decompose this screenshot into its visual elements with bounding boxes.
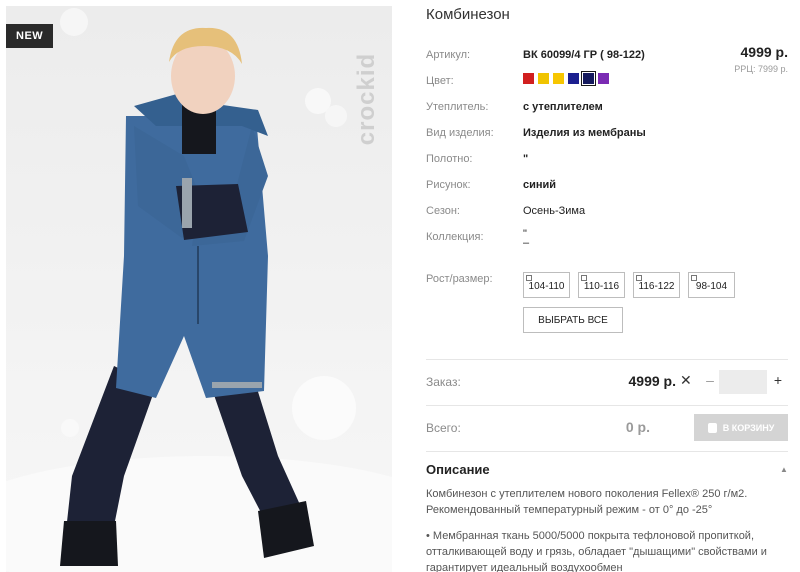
attr-label: Полотно: xyxy=(426,153,473,165)
attr-row-article: Артикул: ВК 60099/4 ГР ( 98-122) xyxy=(426,44,788,70)
size-label: 104-110 xyxy=(528,280,565,292)
description-title[interactable]: Описание xyxy=(426,462,490,477)
attr-value: " – xyxy=(523,228,530,249)
decrement-button[interactable]: – xyxy=(703,372,717,388)
attr-value: Осень-Зима xyxy=(523,205,586,217)
attr-row-collection: Коллекция: " – xyxy=(426,226,788,252)
attr-value: Изделия из мембраны xyxy=(523,127,646,139)
cart-icon xyxy=(707,422,717,433)
divider xyxy=(426,451,788,452)
attr-value: синий xyxy=(523,179,557,191)
divider xyxy=(426,359,788,360)
color-swatch-purple[interactable] xyxy=(598,73,609,84)
attr-label: Рисунок: xyxy=(426,179,471,191)
attributes-list: 4999 р. РРЦ: 7999 р. Артикул: ВК 60099/4… xyxy=(426,44,788,252)
attr-row-pattern: Рисунок: синий xyxy=(426,174,788,200)
attr-value: с утеплителем xyxy=(523,101,603,113)
size-label: 110-116 xyxy=(583,280,620,292)
color-swatch-yellow[interactable] xyxy=(538,73,549,84)
description-paragraph: Комбинезон с утеплителем нового поколени… xyxy=(426,488,748,516)
attr-label: Цвет: xyxy=(426,75,454,87)
description-text: Комбинезон с утеплителем нового поколени… xyxy=(426,486,790,572)
color-swatches xyxy=(523,71,609,86)
color-swatch-red[interactable] xyxy=(523,73,534,84)
size-options: 104-110 110-116 116-122 98-104 xyxy=(523,272,735,298)
attr-label: Сезон: xyxy=(426,205,460,217)
order-label: Заказ: xyxy=(426,375,461,389)
attr-label: Вид изделия: xyxy=(426,127,494,139)
size-option[interactable]: 116-122 xyxy=(633,272,680,298)
attr-row-color: Цвет: xyxy=(426,70,788,96)
color-swatch-gold[interactable] xyxy=(553,73,564,84)
cart-button-label: В КОРЗИНУ xyxy=(722,422,775,433)
total-value: 0 р. xyxy=(625,419,650,435)
attr-label: Артикул: xyxy=(426,49,471,61)
size-label: 98-104 xyxy=(695,280,728,292)
product-photo: NEW crockid xyxy=(6,6,392,572)
divider xyxy=(426,405,788,406)
color-swatch-blue[interactable] xyxy=(568,73,579,84)
remove-icon[interactable]: ✕ xyxy=(680,372,692,389)
attr-label: Коллекция: xyxy=(426,231,484,243)
caret-up-icon[interactable]: ▲ xyxy=(780,465,788,474)
attr-row-type: Вид изделия: Изделия из мембраны xyxy=(426,122,788,148)
new-badge: NEW xyxy=(6,24,54,48)
checkbox-icon[interactable] xyxy=(636,275,642,281)
size-label: 116-122 xyxy=(638,280,675,292)
attr-row-season: Сезон: Осень-Зима xyxy=(426,200,788,226)
brand-watermark: crockid xyxy=(353,52,380,146)
attr-label: Утеплитель: xyxy=(426,101,489,113)
description-paragraph: • Мембранная ткань 5000/5000 покрыта теф… xyxy=(426,530,767,572)
total-label: Всего: xyxy=(426,421,461,435)
size-option[interactable]: 98-104 xyxy=(688,272,735,298)
checkbox-icon[interactable] xyxy=(581,275,587,281)
checkbox-icon[interactable] xyxy=(526,275,532,281)
product-title: Комбинезон xyxy=(426,6,510,23)
size-option[interactable]: 110-116 xyxy=(578,272,625,298)
attr-value: " xyxy=(523,153,529,165)
color-swatch-navy[interactable] xyxy=(581,71,596,86)
increment-button[interactable]: + xyxy=(771,372,785,388)
add-to-cart-button[interactable]: В КОРЗИНУ xyxy=(694,414,788,441)
checkbox-icon[interactable] xyxy=(691,275,697,281)
quantity-input[interactable] xyxy=(719,370,767,394)
product-image xyxy=(6,8,392,572)
sizes-label: Рост/размер: xyxy=(426,273,493,285)
select-all-button[interactable]: ВЫБРАТЬ ВСЕ xyxy=(523,307,623,333)
attr-row-fabric: Полотно: " xyxy=(426,148,788,174)
attr-row-insulation: Утеплитель: с утеплителем xyxy=(426,96,788,122)
size-option[interactable]: 104-110 xyxy=(523,272,570,298)
attr-value: ВК 60099/4 ГР ( 98-122) xyxy=(523,49,645,61)
order-price: 4999 р. xyxy=(628,373,676,389)
